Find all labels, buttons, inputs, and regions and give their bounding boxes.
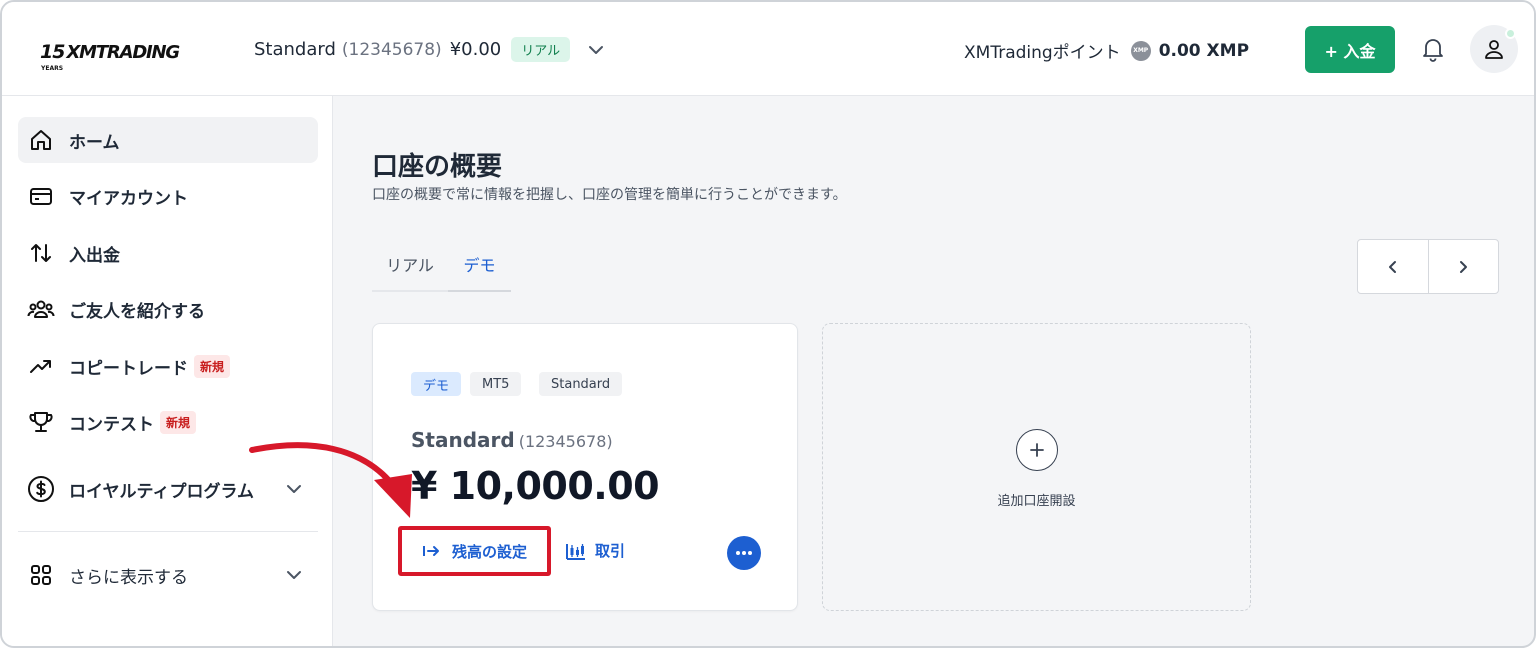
- arrow-right-bar-icon: [423, 546, 439, 556]
- sidebar-item-label: さらに表示する: [69, 567, 188, 588]
- annotation-arrow-icon: [249, 442, 412, 518]
- trophy-icon: [27, 408, 55, 436]
- sidebar-item-label: コピートレード: [69, 358, 188, 379]
- add-account-label: 追加口座開設: [997, 494, 1076, 509]
- chevron-left-icon: [1388, 260, 1396, 273]
- grid-icon: [27, 561, 55, 589]
- sidebar: ホーム マイアカウント 入出金 ご友人を紹介する コピートレード 新規 コンテス…: [2, 96, 333, 646]
- xmtrading-logo[interactable]: 15 YEARS XMTRADING: [40, 36, 180, 73]
- carousel-pager: [1357, 239, 1499, 294]
- user-icon: [1485, 40, 1503, 59]
- more-options-button[interactable]: [727, 536, 761, 570]
- plus-icon: [1030, 443, 1044, 457]
- card-account-number: (12345678): [518, 432, 613, 451]
- prev-button[interactable]: [1358, 240, 1428, 293]
- logo-text: XMTRADING: [66, 42, 180, 63]
- page-subtitle: 口座の概要で常に情報を把握し、口座の管理を簡単に行うことができます。: [372, 187, 847, 203]
- account-type: Standard: [254, 39, 336, 60]
- sidebar-item-label: ロイヤルティプログラム: [69, 481, 254, 502]
- tab-demo[interactable]: デモ: [448, 238, 511, 292]
- sidebar-item-label: ご友人を紹介する: [69, 301, 205, 322]
- sidebar-item-copy-trade[interactable]: コピートレード 新規: [18, 343, 318, 389]
- sidebar-item-home[interactable]: ホーム: [18, 117, 318, 163]
- page-title: 口座の概要: [372, 152, 503, 182]
- people-icon: [27, 295, 55, 323]
- transfer-icon: [27, 239, 55, 267]
- account-number: (12345678): [341, 39, 442, 60]
- points-amount: 0.00 XMP: [1158, 40, 1250, 61]
- add-account-button[interactable]: [1016, 429, 1058, 471]
- xmp-coin-text: XMP: [1133, 47, 1149, 54]
- set-balance-button[interactable]: 残高の設定: [398, 526, 551, 576]
- app-window: 15 YEARS XMTRADING Standard (12345678) ¥…: [0, 0, 1536, 648]
- sidebar-item-show-more[interactable]: さらに表示する: [18, 552, 318, 598]
- trend-icon: [27, 352, 55, 380]
- sidebar-item-refer-friend[interactable]: ご友人を紹介する: [18, 286, 318, 332]
- top-header: 15 YEARS XMTRADING Standard (12345678) ¥…: [2, 2, 1534, 96]
- logo-anniversary: 15 YEARS: [40, 43, 65, 73]
- dollar-icon: [27, 475, 55, 503]
- logo-years: YEARS: [41, 65, 64, 72]
- account-balance: ¥0.00: [449, 39, 502, 60]
- sidebar-item-label: ホーム: [69, 132, 120, 153]
- bell-icon[interactable]: [1420, 36, 1446, 62]
- account-selector[interactable]: Standard (12345678) ¥0.00 リアル: [254, 37, 571, 62]
- trade-button[interactable]: 取引: [566, 540, 625, 561]
- tag-platform: MT5: [470, 372, 522, 396]
- sidebar-item-deposit-withdraw[interactable]: 入出金: [18, 230, 318, 276]
- xmp-coin-icon: XMP: [1130, 40, 1151, 61]
- sidebar-item-label: コンテスト: [69, 414, 154, 435]
- status-dot: [1505, 28, 1516, 39]
- tag-account-type: Standard: [539, 372, 623, 396]
- home-icon: [27, 126, 55, 154]
- account-badge: リアル: [511, 37, 571, 62]
- new-badge: 新規: [194, 354, 231, 378]
- points-label: XMTradingポイント: [964, 43, 1121, 63]
- sidebar-item-label: 入出金: [69, 245, 120, 266]
- tag-demo: デモ: [411, 372, 462, 396]
- account-tabs: リアル デモ: [372, 238, 512, 294]
- trade-label: 取引: [595, 542, 626, 560]
- sidebar-item-my-account[interactable]: マイアカウント: [18, 173, 318, 219]
- chevron-down-icon[interactable]: [586, 40, 606, 60]
- set-balance-label: 残高の設定: [452, 542, 528, 561]
- next-button[interactable]: [1429, 240, 1499, 293]
- candlestick-icon: [566, 543, 585, 560]
- tab-real[interactable]: リアル: [372, 238, 448, 292]
- deposit-button[interactable]: + 入金: [1305, 26, 1395, 73]
- chevron-down-icon[interactable]: [284, 565, 304, 585]
- card-icon: [27, 182, 55, 210]
- new-badge: 新規: [160, 410, 197, 434]
- card-balance: ¥ 10,000.00: [411, 464, 660, 508]
- chevron-right-icon: [1460, 260, 1468, 273]
- ellipsis-icon: [736, 551, 752, 555]
- points-display: XMTradingポイント XMP 0.00 XMP: [964, 38, 1249, 63]
- sidebar-item-label: マイアカウント: [69, 188, 188, 209]
- add-account-card[interactable]: 追加口座開設: [822, 323, 1251, 611]
